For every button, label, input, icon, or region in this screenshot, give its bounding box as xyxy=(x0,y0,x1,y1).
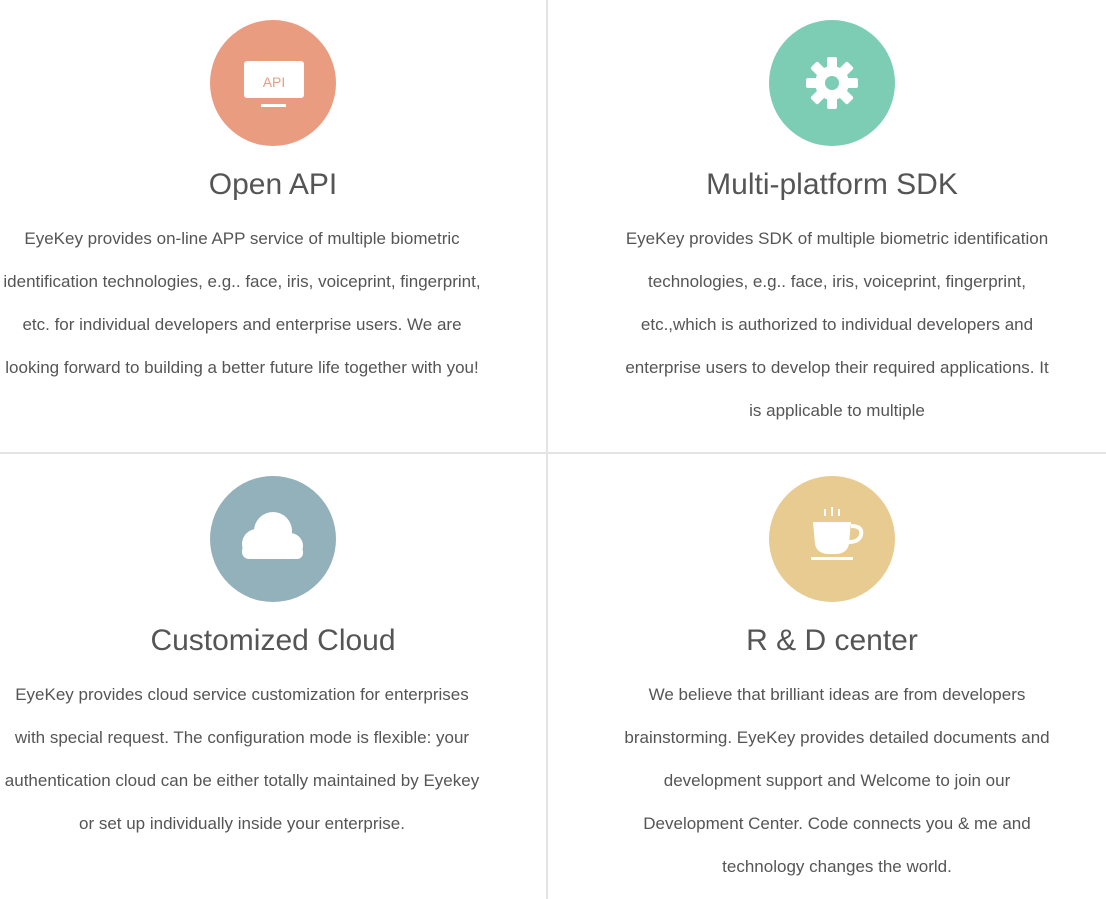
feature-card-rd-center[interactable]: R & D center We believe that brilliant i… xyxy=(558,456,1106,899)
feature-card-open-api[interactable]: API Open API EyeKey provides on-line APP… xyxy=(0,0,546,452)
feature-title: R & D center xyxy=(746,624,918,657)
feature-title: Customized Cloud xyxy=(150,624,396,657)
feature-card-multi-platform-sdk[interactable]: Multi-platform SDK EyeKey provides SDK o… xyxy=(558,0,1106,452)
gear-icon xyxy=(769,20,895,146)
cloud-icon xyxy=(210,476,336,602)
feature-description: EyeKey provides SDK of multiple biometri… xyxy=(625,229,1049,420)
feature-grid: API Open API EyeKey provides on-line APP… xyxy=(0,0,1106,899)
feature-description: EyeKey provides cloud service customizat… xyxy=(4,685,480,833)
feature-title: Multi-platform SDK xyxy=(706,168,958,201)
feature-description: EyeKey provides on-line APP service of m… xyxy=(3,229,481,377)
coffee-cup-icon xyxy=(769,476,895,602)
api-monitor-icon: API xyxy=(210,20,336,146)
feature-title: Open API xyxy=(208,168,338,201)
feature-card-customized-cloud[interactable]: Customized Cloud EyeKey provides cloud s… xyxy=(0,456,546,899)
vertical-divider xyxy=(546,0,548,899)
api-icon-label: API xyxy=(263,74,286,90)
horizontal-divider xyxy=(0,452,1106,454)
feature-description: We believe that brilliant ideas are from… xyxy=(624,685,1050,876)
